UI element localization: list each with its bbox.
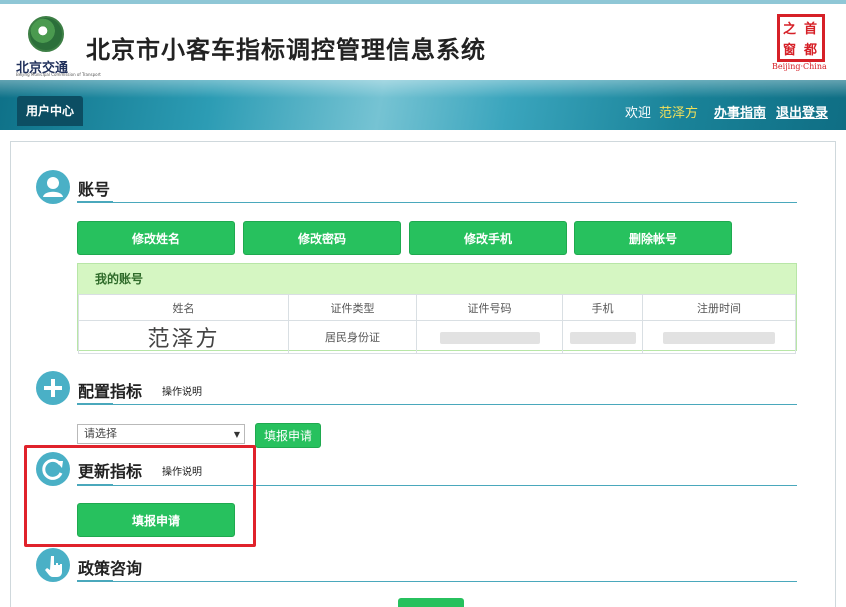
edit-phone-button[interactable]: 修改手机 [409, 221, 567, 255]
my-account-title: 我的账号 [78, 264, 796, 294]
nav-user-area: 欢迎 范泽方 办事指南 退出登录 [625, 102, 828, 121]
welcome-text: 欢迎 [624, 106, 651, 121]
policy-divider [77, 581, 797, 582]
config-submit-button[interactable]: 填报申请 [255, 423, 321, 448]
app-header: 北京交通 Beijing Municipal Commission of Tra… [0, 0, 846, 80]
edit-password-button[interactable]: 修改密码 [243, 221, 401, 255]
username: 范泽方 [658, 106, 698, 121]
col-name: 姓名 [78, 294, 289, 321]
nav-bar: 用户中心 欢迎 范泽方 办事指南 退出登录 [0, 80, 846, 130]
redacted-bar [439, 331, 540, 344]
globe-icon [28, 16, 64, 52]
account-section-title: 账号 [78, 180, 111, 199]
tab-user-center[interactable]: 用户中心 [17, 96, 83, 126]
plus-icon [36, 371, 70, 405]
redacted-bar [663, 331, 775, 344]
col-phone: 手机 [562, 294, 643, 321]
guide-link[interactable]: 办事指南 [714, 106, 766, 121]
account-divider [77, 202, 797, 203]
config-section-title: 配置指标 [78, 382, 143, 401]
edit-name-button[interactable]: 修改姓名 [77, 221, 235, 255]
config-help-link[interactable]: 操作说明 [162, 383, 202, 398]
beijing-transport-logo: 北京交通 Beijing Municipal Commission of Tra… [14, 12, 101, 78]
account-table: 姓名 证件类型 证件号码 手机 注册时间 范泽方 居民身份证 [78, 294, 796, 354]
policy-section-title: 政策咨询 [78, 559, 143, 578]
chevron-down-icon: ▼ [233, 430, 240, 439]
logout-link[interactable]: 退出登录 [776, 106, 828, 121]
col-id-number: 证件号码 [416, 294, 563, 321]
config-select-value: 请选择 [84, 427, 117, 440]
page-title: 北京市小客车指标调控管理信息系统 [86, 36, 486, 64]
config-divider [77, 404, 797, 405]
user-icon [36, 170, 70, 204]
config-select[interactable]: 请选择 ▼ [77, 424, 245, 444]
phone-value [562, 320, 643, 354]
seal-caption: Beijing·China [772, 62, 827, 71]
capital-window-seal: 之 首 窗 都 [777, 14, 825, 62]
delete-account-button[interactable]: 删除帐号 [574, 221, 732, 255]
id-number-value [416, 320, 563, 354]
highlight-frame [24, 445, 256, 547]
col-id-type: 证件类型 [288, 294, 417, 321]
id-type-value: 居民身份证 [288, 320, 417, 354]
logo-subtext: Beijing Municipal Commission of Transpor… [16, 72, 101, 77]
col-register-time: 注册时间 [642, 294, 796, 321]
policy-button[interactable] [398, 598, 464, 607]
redacted-bar [569, 331, 636, 344]
hand-pointer-icon [36, 548, 70, 582]
my-account-box: 我的账号 姓名 证件类型 证件号码 手机 注册时间 范泽方 居民身份证 [77, 263, 797, 354]
name-value: 范泽方 [78, 320, 289, 354]
register-time-value [642, 320, 796, 354]
